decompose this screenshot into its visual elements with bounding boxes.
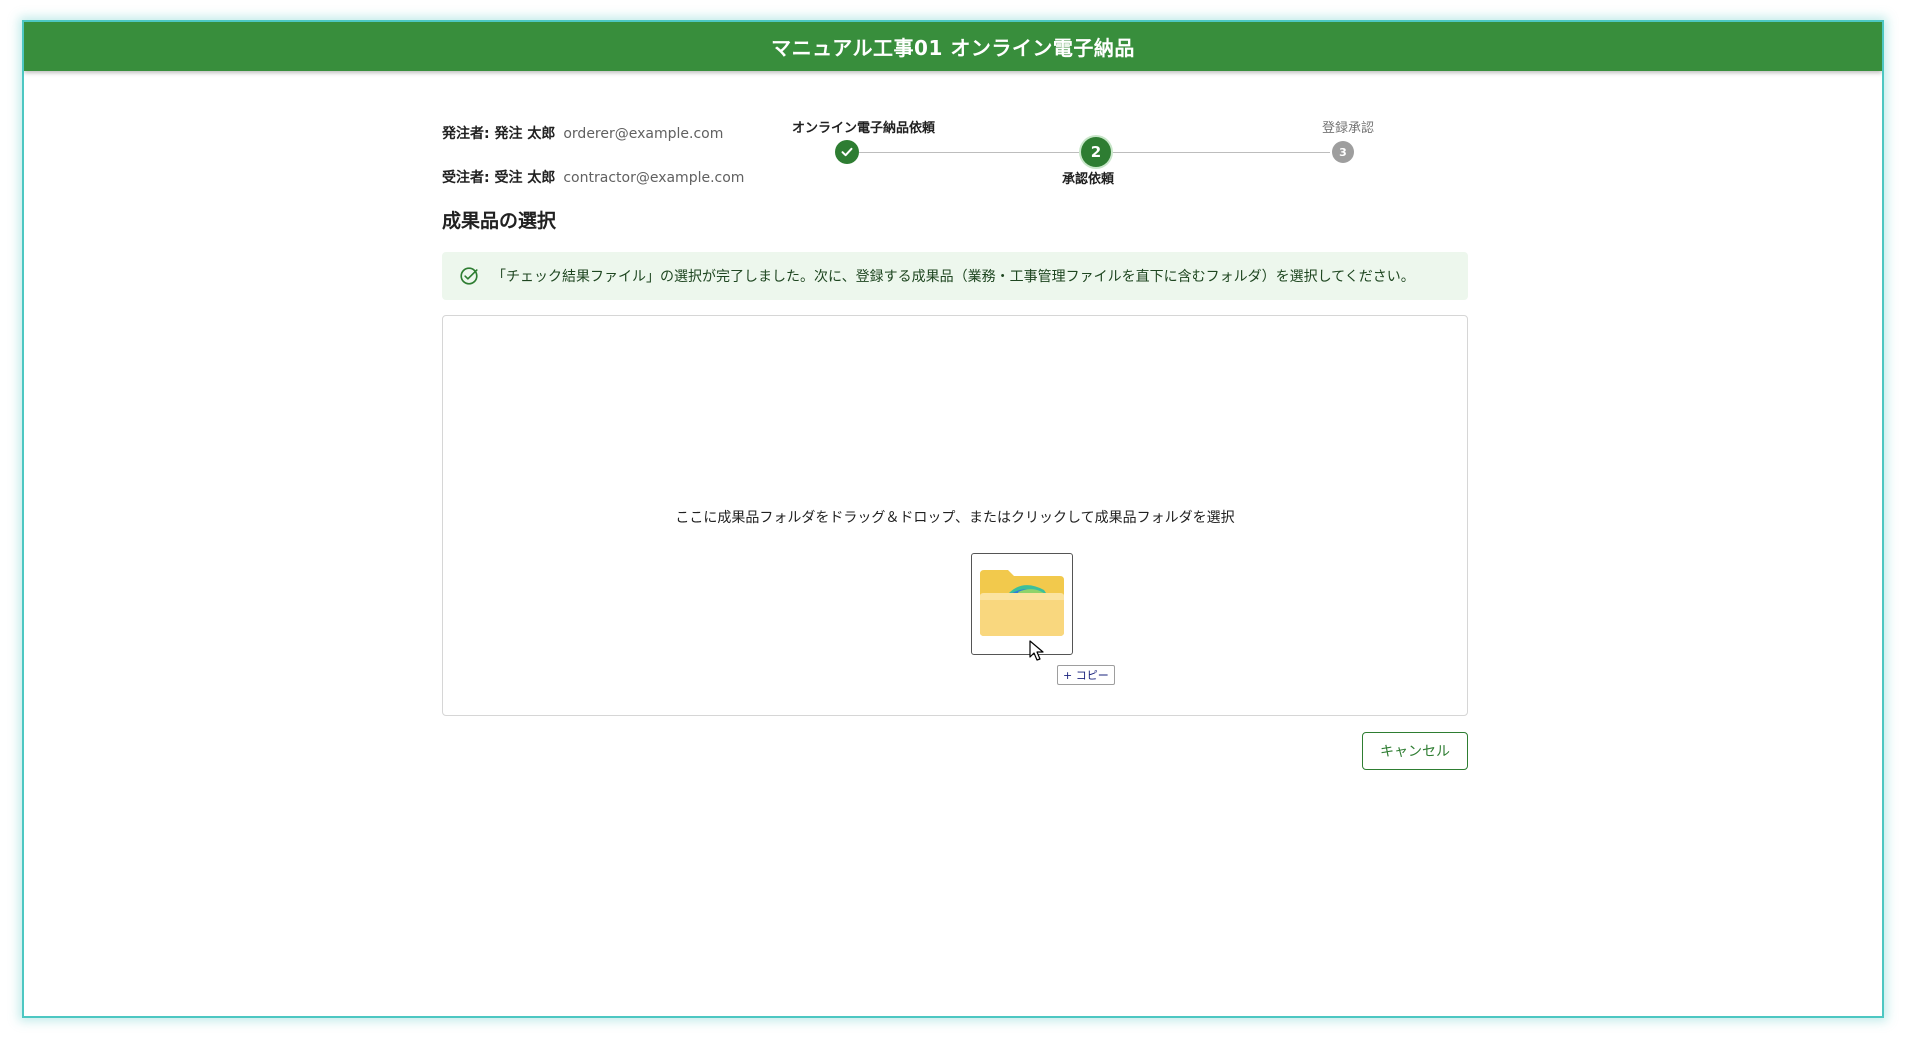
step-2-active: 2 [1081,137,1111,167]
contractor-info: 受注者: 受注 太郎 contractor@example.com [442,167,744,187]
contractor-email: contractor@example.com [563,170,745,186]
step-1-label: オンライン電子納品依頼 [792,121,936,136]
folder-dropzone[interactable]: ここに成果品フォルダをドラッグ＆ドロップ、またはクリックして成果品フォルダを選択… [442,315,1468,716]
step-2-label: 承認依頼 [1062,172,1115,187]
app-window: マニュアル工事01 オンライン電子納品 発注者: 発注 太郎 orderer@ex… [22,20,1884,1018]
step-3-pending: 3 [1332,141,1354,163]
orderer-email: orderer@example.com [563,126,724,142]
drag-copy-badge: + コピー [1057,665,1115,685]
orderer-info: 発注者: 発注 太郎 orderer@example.com [442,123,723,143]
title-bar: マニュアル工事01 オンライン電子納品 [24,22,1882,71]
dropzone-instruction: ここに成果品フォルダをドラッグ＆ドロップ、またはクリックして成果品フォルダを選択 [675,510,1235,526]
stepper-connector-1 [859,152,1079,153]
dragged-folder-preview [971,553,1073,655]
stepper-connector-2 [1107,152,1330,153]
orderer-label: 発注者: 発注 太郎 [442,126,556,142]
step-3-label: 登録承認 [1322,121,1375,136]
page-title: マニュアル工事01 オンライン電子納品 [771,36,1135,60]
progress-stepper: オンライン電子納品依頼 2 承認依頼 登録承認 3 [772,117,1392,187]
step-1-completed [835,140,859,164]
success-alert: 「チェック結果ファイル」の選択が完了しました。次に、登録する成果品（業務・工事管… [442,252,1468,300]
folder-icon [980,570,1064,636]
check-icon [841,147,853,157]
contractor-label: 受注者: 受注 太郎 [442,170,556,186]
check-circle-icon [460,267,478,285]
mouse-cursor-icon [1029,640,1044,661]
cancel-button[interactable]: キャンセル [1362,732,1468,770]
section-title: 成果品の選択 [442,210,557,232]
alert-message: 「チェック結果ファイル」の選択が完了しました。次に、登録する成果品（業務・工事管… [492,269,1415,285]
